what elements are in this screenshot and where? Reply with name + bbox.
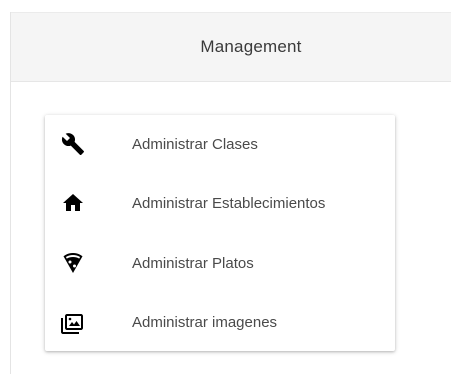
menu-item-administrar-imagenes[interactable]: Administrar imagenes — [45, 293, 395, 351]
home-icon — [61, 191, 85, 215]
management-menu: Administrar Clases Administrar Estableci… — [45, 115, 395, 351]
menu-item-label: Administrar Establecimientos — [132, 194, 326, 212]
menu-item-label: Administrar imagenes — [132, 313, 278, 331]
page-header: Management — [11, 12, 451, 82]
menu-item-administrar-platos[interactable]: Administrar Platos — [45, 234, 395, 292]
wrench-icon — [61, 132, 85, 156]
pizza-icon — [61, 251, 85, 275]
menu-item-administrar-establecimientos[interactable]: Administrar Establecimientos — [45, 174, 395, 232]
page-title: Management — [200, 37, 302, 56]
menu-item-administrar-clases[interactable]: Administrar Clases — [45, 115, 395, 173]
menu-item-label: Administrar Platos — [132, 254, 254, 272]
image-icon — [61, 310, 85, 334]
menu-item-label: Administrar Clases — [132, 135, 258, 153]
